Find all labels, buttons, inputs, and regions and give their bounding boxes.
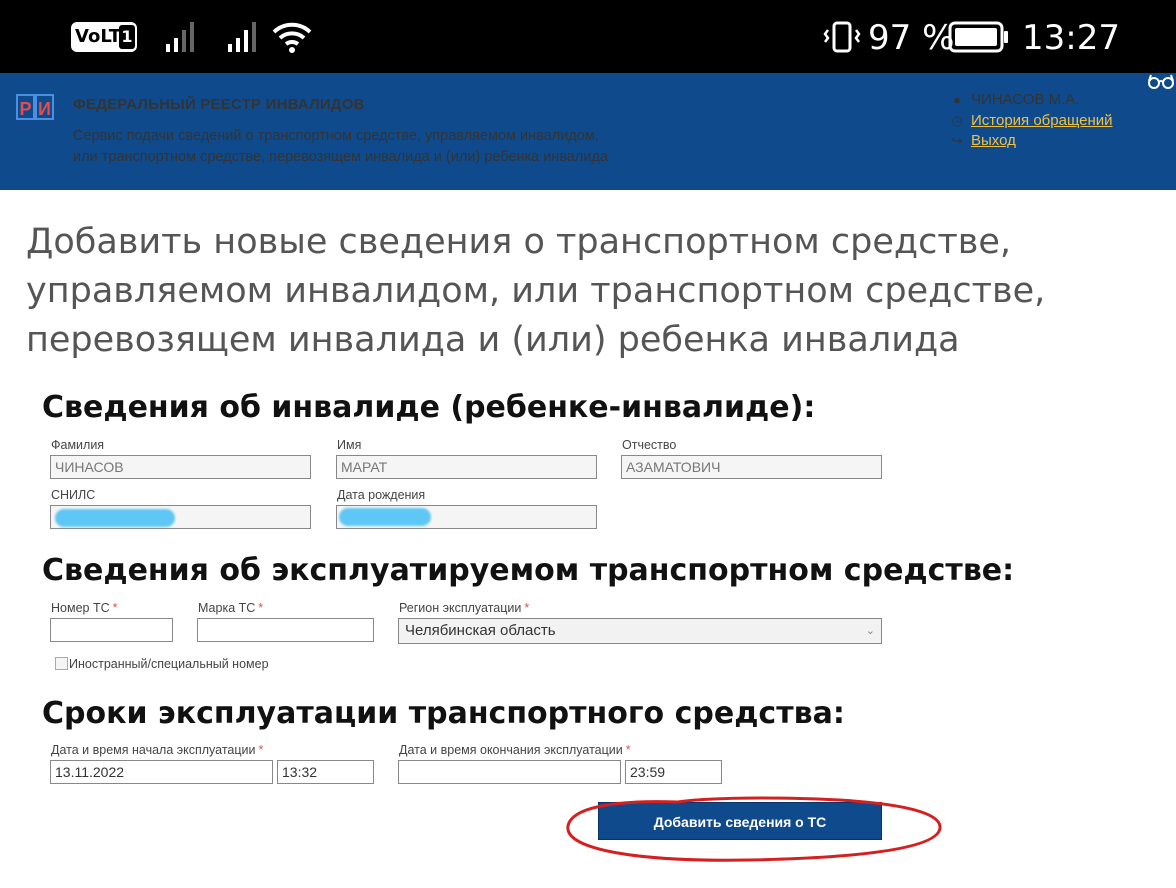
name-label: Имя bbox=[337, 438, 362, 452]
start-label-text: Дата и время начала эксплуатации bbox=[51, 743, 256, 757]
registry-logo[interactable]: Р И bbox=[16, 94, 58, 122]
name-field[interactable]: МАРАТ bbox=[336, 455, 597, 479]
end-label: Дата и время окончания эксплуатации * bbox=[399, 743, 631, 757]
page-title: Добавить новые сведения о транспортном с… bbox=[26, 218, 1156, 365]
period-section-heading: Сроки эксплуатации транспортного средств… bbox=[42, 696, 845, 731]
signal-icon-2 bbox=[228, 22, 262, 52]
region-selected-value: Челябинская область bbox=[405, 622, 556, 639]
signal-icon bbox=[166, 22, 200, 52]
user-icon: ● bbox=[953, 92, 961, 107]
clock: 13:27 bbox=[1022, 18, 1120, 58]
patronymic-label: Отчество bbox=[622, 438, 677, 452]
start-time-input[interactable]: 13:32 bbox=[277, 760, 374, 784]
surname-label: Фамилия bbox=[51, 438, 105, 452]
logout-link[interactable]: Выход bbox=[971, 132, 1016, 149]
chevron-down-icon: ⌄ bbox=[865, 625, 875, 637]
history-link[interactable]: История обращений bbox=[971, 112, 1113, 129]
red-circle-annotation bbox=[566, 796, 942, 862]
end-time-input[interactable]: 23:59 bbox=[625, 760, 722, 784]
logout-icon: ↪ bbox=[951, 133, 963, 148]
snils-field[interactable] bbox=[50, 505, 311, 529]
user-name: ЧИНАСОВ М.А. bbox=[971, 91, 1080, 108]
user-info: ● ЧИНАСОВ М.А. bbox=[948, 90, 1079, 110]
redaction-mark bbox=[339, 508, 431, 526]
page-title-line: перевозящем инвалида и (или) ребенка инв… bbox=[26, 320, 960, 360]
end-label-text: Дата и время окончания эксплуатации bbox=[399, 743, 623, 757]
patronymic-field[interactable]: АЗАМАТОВИЧ bbox=[621, 455, 882, 479]
vehicle-number-input[interactable] bbox=[50, 618, 173, 642]
volte-indicator: VoLTE 1 bbox=[71, 22, 137, 52]
history-icon: ◷ bbox=[951, 113, 963, 128]
vehicle-brand-input[interactable] bbox=[197, 618, 374, 642]
vehicle-section-heading: Сведения об эксплуатируемом транспортном… bbox=[42, 553, 1015, 588]
page-title-line: управляемом инвалидом, или транспортном … bbox=[26, 271, 1046, 311]
region-label: Регион эксплуатации * bbox=[399, 601, 529, 615]
history-item[interactable]: ◷ История обращений bbox=[948, 111, 1113, 131]
subtitle-line: или транспортном средстве, перевозящем и… bbox=[73, 149, 609, 165]
site-subtitle: Сервис подачи сведений о транспортном ср… bbox=[73, 126, 773, 168]
vehicle-number-label: Номер ТС * bbox=[51, 601, 118, 615]
logo-letter-i: И bbox=[35, 94, 54, 120]
start-label: Дата и время начала эксплуатации * bbox=[51, 743, 263, 757]
site-brand[interactable]: ФЕДЕРАЛЬНЫЙ РЕЕСТР ИНВАЛИДОВ bbox=[73, 96, 365, 113]
subtitle-line: Сервис подачи сведений о транспортном ср… bbox=[73, 128, 599, 144]
battery-icon bbox=[948, 21, 1008, 53]
surname-field[interactable]: ЧИНАСОВ bbox=[50, 455, 311, 479]
required-mark: * bbox=[258, 601, 264, 615]
end-date-input[interactable] bbox=[398, 760, 621, 784]
vehicle-brand-label: Марка ТС * bbox=[198, 601, 263, 615]
foreign-number-label: Иностранный/специальный номер bbox=[69, 657, 269, 671]
required-mark: * bbox=[112, 601, 118, 615]
region-select[interactable]: Челябинская область ⌄ bbox=[398, 618, 882, 644]
snils-label: СНИЛС bbox=[51, 488, 96, 502]
vehicle-number-label-text: Номер ТС bbox=[51, 601, 110, 615]
logout-item[interactable]: ↪ Выход bbox=[948, 131, 1016, 151]
person-section-heading: Сведения об инвалиде (ребенке-инвалиде): bbox=[42, 390, 816, 425]
region-label-text: Регион эксплуатации bbox=[399, 601, 522, 615]
sim-slot: 1 bbox=[119, 25, 135, 49]
start-date-input[interactable]: 13.11.2022 bbox=[50, 760, 273, 784]
redaction-mark bbox=[55, 509, 175, 527]
required-mark: * bbox=[258, 743, 264, 757]
accessibility-glasses-icon[interactable] bbox=[1148, 72, 1174, 90]
logo-letter-r: Р bbox=[16, 94, 35, 120]
birthdate-field[interactable] bbox=[336, 505, 597, 529]
battery-percent: 97 % bbox=[868, 18, 955, 58]
birthdate-label: Дата рождения bbox=[337, 488, 426, 502]
page-title-line: Добавить новые сведения о транспортном с… bbox=[26, 222, 1012, 262]
required-mark: * bbox=[625, 743, 631, 757]
vibrate-icon bbox=[823, 21, 861, 53]
vehicle-brand-label-text: Марка ТС bbox=[198, 601, 256, 615]
foreign-number-checkbox[interactable] bbox=[55, 657, 68, 670]
wifi-icon bbox=[272, 22, 312, 53]
required-mark: * bbox=[524, 601, 530, 615]
